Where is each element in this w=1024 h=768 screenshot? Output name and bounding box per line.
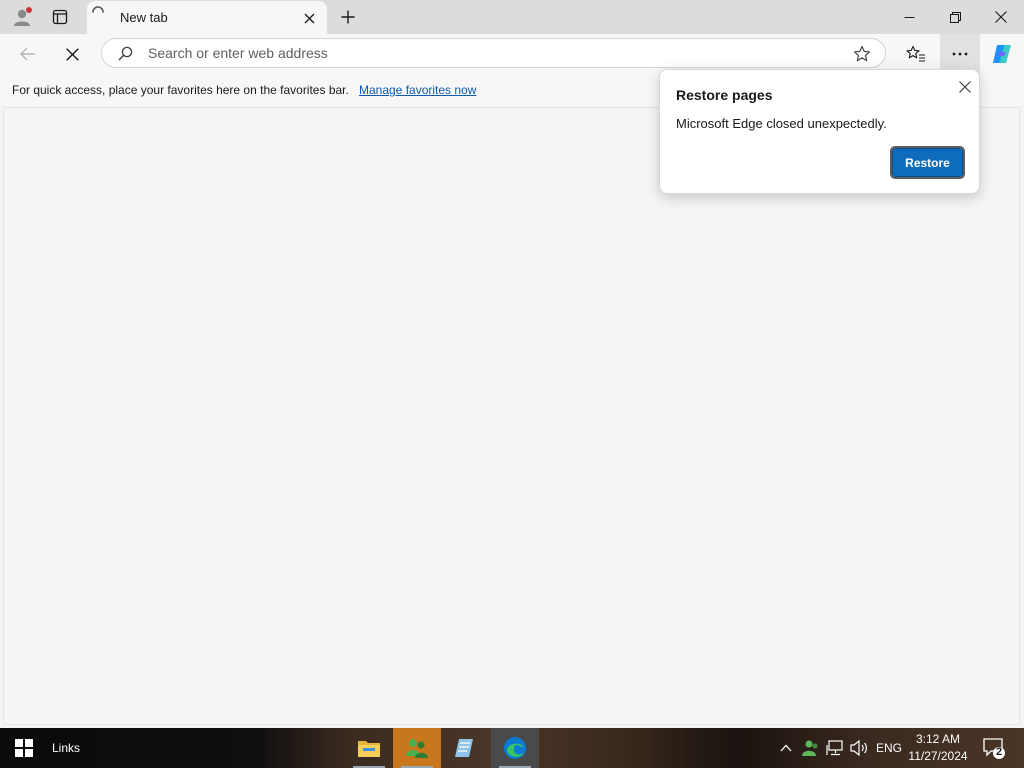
users-app-button[interactable] xyxy=(393,728,441,768)
back-arrow-icon xyxy=(20,47,35,61)
network-button[interactable] xyxy=(826,739,844,757)
favorites-icon xyxy=(906,45,925,62)
profile-icon xyxy=(14,7,32,26)
vertical-tabs-icon xyxy=(52,9,68,25)
close-window-button[interactable] xyxy=(978,0,1024,34)
clock-time[interactable]: 3:12 AM xyxy=(906,732,970,746)
links-toolbar-label[interactable]: Links xyxy=(52,741,80,755)
page-content xyxy=(3,107,1020,725)
close-icon xyxy=(995,11,1007,23)
input-language-indicator[interactable]: ENG xyxy=(876,741,902,755)
favorites-bar-message: For quick access, place your favorites h… xyxy=(12,83,349,97)
notepad-app-button[interactable] xyxy=(441,728,489,768)
chevron-up-icon xyxy=(780,744,792,752)
restore-pages-popup: Restore pages Microsoft Edge closed unex… xyxy=(659,69,980,194)
minimize-button[interactable] xyxy=(886,0,932,34)
stop-loading-button[interactable] xyxy=(57,39,87,69)
restore-button[interactable]: Restore xyxy=(890,146,965,179)
settings-and-more-button[interactable] xyxy=(940,34,980,74)
more-icon xyxy=(952,52,968,56)
file-explorer-icon xyxy=(358,741,380,757)
tray-users-button[interactable] xyxy=(801,738,821,758)
tab-title: New tab xyxy=(120,10,168,25)
speaker-icon xyxy=(850,739,867,757)
volume-button[interactable] xyxy=(849,739,869,757)
notification-count-badge: 2 xyxy=(995,746,1003,758)
notepad-app-icon xyxy=(455,739,473,757)
windows-icon xyxy=(15,739,33,757)
spinner-icon xyxy=(92,6,104,13)
popup-title: Restore pages xyxy=(676,87,773,103)
title-bar: New tab xyxy=(0,0,1024,34)
manage-favorites-link[interactable]: Manage favorites now xyxy=(359,83,476,97)
navigation-toolbar xyxy=(0,34,1024,74)
restore-window-button[interactable] xyxy=(932,0,978,34)
restore-window-icon xyxy=(949,11,961,23)
tab-new-tab[interactable]: New tab xyxy=(87,1,327,34)
notifications-button[interactable]: 2 xyxy=(982,736,1006,760)
taskbar: Links ENG 3:12 AM 11/27/2024 2 xyxy=(0,728,1024,768)
search-icon xyxy=(118,46,133,61)
back-button[interactable] xyxy=(13,39,43,69)
tab-close-button[interactable] xyxy=(301,10,317,26)
edge-icon xyxy=(504,737,526,759)
new-tab-button[interactable] xyxy=(333,2,363,32)
profile-button[interactable] xyxy=(7,2,37,32)
popup-close-button[interactable] xyxy=(954,76,976,98)
stop-icon xyxy=(65,47,79,61)
plus-icon xyxy=(341,10,355,24)
tab-actions-button[interactable] xyxy=(45,2,75,32)
edge-taskbar-button[interactable] xyxy=(491,728,539,768)
network-icon xyxy=(826,740,843,756)
address-input[interactable] xyxy=(148,44,828,62)
address-bar[interactable] xyxy=(101,38,886,68)
copilot-button[interactable] xyxy=(987,39,1017,69)
show-hidden-icons-button[interactable] xyxy=(778,740,794,756)
close-icon xyxy=(959,81,971,93)
users-app-icon xyxy=(406,739,428,758)
close-icon xyxy=(304,13,314,23)
star-icon xyxy=(853,45,871,62)
clock-date[interactable]: 11/27/2024 xyxy=(906,749,970,763)
add-favorite-button[interactable] xyxy=(852,44,872,64)
file-explorer-button[interactable] xyxy=(345,728,393,768)
users-tray-icon xyxy=(802,740,818,756)
favorites-button[interactable] xyxy=(901,39,931,69)
start-button[interactable] xyxy=(0,728,48,768)
copilot-icon xyxy=(993,45,1011,63)
popup-message: Microsoft Edge closed unexpectedly. xyxy=(676,116,887,131)
minimize-icon xyxy=(904,16,914,18)
